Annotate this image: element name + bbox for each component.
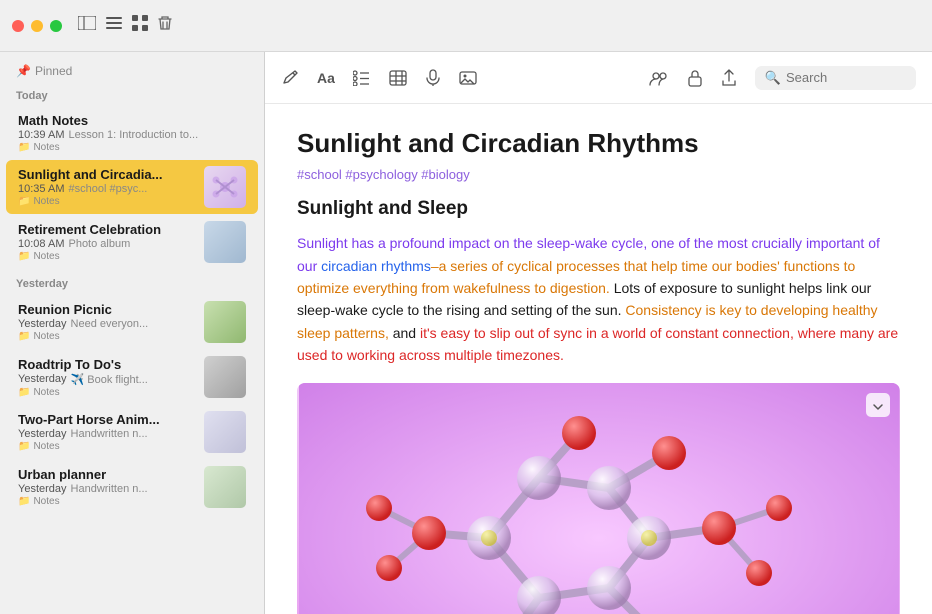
- titlebar: [0, 0, 932, 52]
- note-meta-urban: Yesterday Handwritten n...: [18, 483, 196, 495]
- lock-icon[interactable]: [687, 69, 703, 87]
- pinned-section-label: 📌 Pinned: [0, 60, 264, 82]
- expand-image-button[interactable]: [866, 393, 890, 417]
- folder-icon-sunlight: 📁: [18, 196, 30, 207]
- note-title-retirement: Retirement Celebration: [18, 222, 196, 237]
- note-body-paragraph: Sunlight has a profound impact on the sl…: [297, 232, 900, 366]
- note-text-horse: Two-Part Horse Anim... Yesterday Handwri…: [18, 412, 196, 452]
- note-item-sunlight[interactable]: Sunlight and Circadia... 10:35 AM #schoo…: [6, 160, 258, 214]
- maximize-button[interactable]: [50, 20, 62, 32]
- main-content: 📌 Pinned Today Math Notes 10:39 AM Lesso…: [0, 52, 932, 614]
- note-item-horse[interactable]: Two-Part Horse Anim... Yesterday Handwri…: [6, 405, 258, 459]
- note-meta-math: 10:39 AM Lesson 1: Introduction to...: [18, 129, 246, 141]
- format-text-icon[interactable]: Aa: [317, 70, 335, 86]
- editor-panel: Aa: [265, 52, 932, 614]
- note-title-reunion: Reunion Picnic: [18, 302, 196, 317]
- folder-icon-math: 📁: [18, 142, 30, 153]
- molecule-image-container: [297, 383, 900, 614]
- editor-toolbar: Aa: [265, 52, 932, 104]
- note-item-math-notes[interactable]: Math Notes 10:39 AM Lesson 1: Introducti…: [6, 107, 258, 159]
- note-folder-retirement: 📁 Notes: [18, 251, 196, 262]
- share-icon[interactable]: [721, 69, 737, 87]
- close-button[interactable]: [12, 20, 24, 32]
- note-title-horse: Two-Part Horse Anim...: [18, 412, 196, 427]
- sidebar: 📌 Pinned Today Math Notes 10:39 AM Lesso…: [0, 52, 265, 614]
- audio-icon[interactable]: [425, 69, 441, 87]
- note-title-sunlight: Sunlight and Circadia...: [18, 167, 196, 182]
- body-link-circadian[interactable]: circadian rhythms: [321, 258, 431, 274]
- today-section-label: Today: [0, 82, 264, 106]
- pin-icon: 📌: [16, 64, 31, 78]
- note-text-retirement: Retirement Celebration 10:08 AM Photo al…: [18, 222, 196, 262]
- search-bar[interactable]: 🔍: [755, 66, 916, 90]
- note-tags: #school #psychology #biology: [297, 167, 900, 182]
- note-thumb-roadtrip: [204, 356, 246, 398]
- note-folder-urban: 📁 Notes: [18, 496, 196, 507]
- note-text-reunion: Reunion Picnic Yesterday Need everyon...…: [18, 302, 196, 342]
- note-thumb-horse: [204, 411, 246, 453]
- note-title-roadtrip: Roadtrip To Do's: [18, 357, 196, 372]
- note-meta-roadtrip: Yesterday ✈️ Book flight...: [18, 373, 196, 386]
- note-title-urban: Urban planner: [18, 467, 196, 482]
- folder-icon-urban: 📁: [18, 496, 30, 507]
- note-folder-reunion: 📁 Notes: [18, 331, 196, 342]
- table-icon[interactable]: [389, 70, 407, 86]
- note-item-urban[interactable]: Urban planner Yesterday Handwritten n...…: [6, 460, 258, 514]
- note-folder-horse: 📁 Notes: [18, 441, 196, 452]
- traffic-lights: [12, 20, 62, 32]
- titlebar-controls: [78, 15, 172, 36]
- delete-icon[interactable]: [158, 15, 172, 36]
- molecule-svg: [299, 383, 899, 614]
- note-item-reunion[interactable]: Reunion Picnic Yesterday Need everyon...…: [6, 295, 258, 349]
- folder-icon-retirement: 📁: [18, 251, 30, 262]
- collaborate-icon[interactable]: [649, 70, 669, 86]
- search-icon: 🔍: [765, 70, 781, 86]
- checklist-icon[interactable]: [353, 70, 371, 86]
- note-folder-sunlight: 📁 Notes: [18, 196, 196, 207]
- note-main-title: Sunlight and Circadian Rhythms: [297, 128, 900, 159]
- list-view-icon[interactable]: [106, 16, 122, 35]
- note-text-roadtrip: Roadtrip To Do's Yesterday ✈️ Book fligh…: [18, 357, 196, 398]
- folder-icon-roadtrip: 📁: [18, 387, 30, 398]
- note-folder-math: 📁 Notes: [18, 142, 246, 153]
- yesterday-section-label: Yesterday: [0, 270, 264, 294]
- editor-content[interactable]: Sunlight and Circadian Rhythms #school #…: [265, 104, 932, 614]
- minimize-button[interactable]: [31, 20, 43, 32]
- search-input[interactable]: [786, 70, 906, 85]
- note-thumb-retirement: [204, 221, 246, 263]
- compose-icon[interactable]: [281, 69, 299, 87]
- body-text-plain-2: and: [389, 325, 420, 341]
- note-meta-sunlight: 10:35 AM #school #psyc...: [18, 183, 196, 195]
- grid-view-icon[interactable]: [132, 15, 148, 36]
- note-section-title: Sunlight and Sleep: [297, 198, 900, 220]
- note-text-math-notes: Math Notes 10:39 AM Lesson 1: Introducti…: [18, 113, 246, 153]
- note-folder-roadtrip: 📁 Notes: [18, 387, 196, 398]
- note-item-retirement[interactable]: Retirement Celebration 10:08 AM Photo al…: [6, 215, 258, 269]
- note-thumb-sunlight: [204, 166, 246, 208]
- sidebar-toggle-icon[interactable]: [78, 16, 96, 35]
- note-thumb-reunion: [204, 301, 246, 343]
- folder-icon-reunion: 📁: [18, 331, 30, 342]
- molecule-image: [297, 383, 900, 614]
- media-icon[interactable]: [459, 70, 477, 86]
- note-thumb-urban: [204, 466, 246, 508]
- note-meta-reunion: Yesterday Need everyon...: [18, 318, 196, 330]
- note-item-roadtrip[interactable]: Roadtrip To Do's Yesterday ✈️ Book fligh…: [6, 350, 258, 404]
- note-title-math: Math Notes: [18, 113, 246, 128]
- note-meta-horse: Yesterday Handwritten n...: [18, 428, 196, 440]
- note-text-sunlight: Sunlight and Circadia... 10:35 AM #schoo…: [18, 167, 196, 207]
- folder-icon-horse: 📁: [18, 441, 30, 452]
- note-meta-retirement: 10:08 AM Photo album: [18, 238, 196, 250]
- note-text-urban: Urban planner Yesterday Handwritten n...…: [18, 467, 196, 507]
